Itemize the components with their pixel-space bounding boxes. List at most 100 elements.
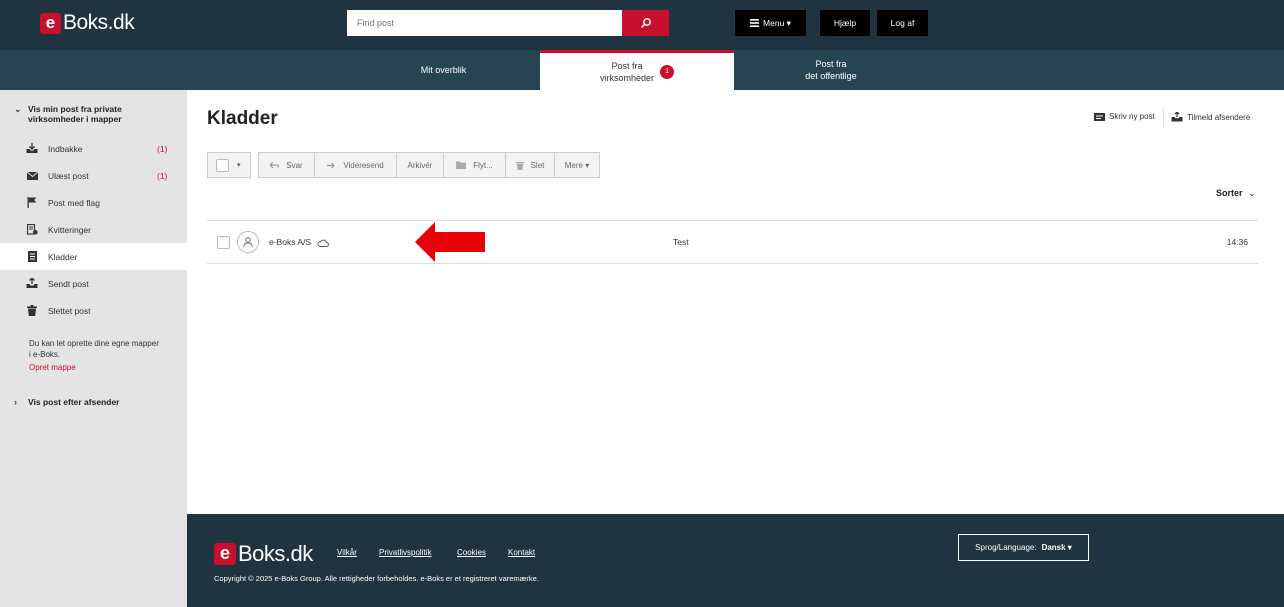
flag-icon — [26, 197, 38, 209]
message-toolbar: ▾ Svar Videresend Arkivér Flyt... Slet M… — [207, 152, 600, 178]
create-folder-link[interactable]: Opret mappe — [29, 363, 76, 372]
menu-label: Menu ▾ — [763, 17, 791, 28]
sidebar-item-post-med-flag[interactable]: Post med flag — [0, 189, 187, 216]
cloud-icon — [317, 239, 330, 247]
hamburger-icon — [750, 19, 760, 27]
move-button[interactable]: Flyt... — [444, 152, 506, 178]
sidebar-item-label: Kvitteringer — [48, 224, 91, 235]
tab-label: Post fra det offentlige — [805, 58, 856, 82]
language-selector[interactable]: Sprog/Language: Dansk ▾ — [958, 534, 1089, 561]
tab-label: Post fra virksomheder — [600, 60, 654, 84]
sort-control[interactable]: Sorter ⌄ — [1216, 188, 1256, 199]
forward-arrow-icon — [327, 162, 336, 168]
tab-label: Mit overblik — [420, 65, 467, 75]
logo-text: Boks.dk — [238, 541, 313, 566]
sender-name: e-Boks A/S — [269, 237, 312, 247]
delete-label: Slet — [530, 160, 545, 170]
action-divider — [1163, 108, 1164, 126]
red-arrow-annotation — [415, 222, 485, 262]
logo-e-mark: e — [214, 543, 236, 565]
trash-icon — [515, 161, 524, 170]
document-icon — [26, 251, 38, 263]
sidebar-item-label: Slettet post — [48, 305, 91, 316]
eboks-logo[interactable]: e Boks.dk — [40, 11, 135, 35]
message-time: 14:36 — [1226, 237, 1248, 247]
write-new-post-button[interactable]: Skriv ny post — [1094, 112, 1155, 121]
reply-icon — [270, 161, 280, 168]
chevron-down-icon: ⌄ — [1248, 188, 1256, 198]
language-label: Sprog/Language: — [975, 543, 1037, 552]
sidebar-item-label: Sendt post — [48, 278, 89, 289]
footer-link-cookies[interactable]: Cookies — [457, 548, 486, 557]
subscribe-senders-button[interactable]: Tilmeld afsendere — [1171, 112, 1250, 122]
sidebar-item-slettet-post[interactable]: Slettet post — [0, 297, 187, 324]
message-checkbox[interactable] — [217, 236, 230, 249]
unread-badge: 1 — [660, 64, 675, 79]
trash-icon — [26, 305, 38, 317]
footer-logo[interactable]: e Boks.dk — [214, 541, 313, 567]
sidebar: ⌄ Vis min post fra private virksomheder … — [0, 90, 187, 607]
more-label: Mere ▾ — [564, 160, 590, 170]
footer-link-kontakt[interactable]: Kontakt — [508, 548, 535, 557]
inbox-icon — [26, 143, 38, 155]
compose-icon — [1094, 112, 1105, 121]
sidebar-item-kvitteringer[interactable]: Kvitteringer — [0, 216, 187, 243]
reply-label: Svar — [286, 160, 303, 170]
page-title: Kladder — [207, 108, 278, 129]
sidebar-item-label: Post med flag — [48, 197, 100, 208]
receipt-icon — [26, 224, 38, 236]
more-button[interactable]: Mere ▾ — [555, 152, 600, 178]
folder-group-label: Vis min post fra private virksomheder i … — [28, 104, 122, 124]
write-new-post-label: Skriv ny post — [1109, 112, 1155, 121]
message-subject: Test — [673, 237, 689, 247]
footer-link-vilkar[interactable]: Vilkår — [337, 548, 357, 557]
message-row[interactable]: e-Boks A/S Test 14:36 — [207, 220, 1258, 264]
person-icon — [243, 237, 253, 247]
move-label: Flyt... — [473, 160, 493, 170]
search-button[interactable] — [622, 10, 669, 36]
logo-e-mark: e — [40, 12, 61, 34]
tab-label-line1: Post fra — [815, 59, 847, 69]
chevron-down-icon: ⌄ — [14, 104, 22, 114]
search-input[interactable] — [347, 10, 622, 36]
caret-down-icon[interactable]: ▾ — [237, 161, 241, 169]
footer: e Boks.dk Vilkår Privatlivspolitik Cooki… — [187, 514, 1284, 607]
archive-button[interactable]: Arkivér — [397, 152, 444, 178]
forward-label: Videresend — [343, 160, 384, 170]
select-all-control[interactable]: ▾ — [207, 152, 251, 178]
tab-label-line2: det offentlige — [805, 71, 857, 81]
sidebar-item-label: Kladder — [48, 251, 78, 262]
tab-label-line2: virksomheder — [599, 72, 655, 83]
chevron-right-icon: › — [14, 397, 17, 407]
tab-mit-overblik[interactable]: Mit overblik — [347, 50, 540, 90]
search-icon — [640, 18, 651, 29]
sender-group-label: Vis post efter afsender — [28, 397, 120, 407]
reply-button[interactable]: Svar — [258, 152, 315, 178]
folder-group-toggle[interactable]: ⌄ Vis min post fra private virksomheder … — [14, 104, 138, 124]
sidebar-item-kladder[interactable]: Kladder — [0, 243, 187, 270]
tab-label-line1: Post fra — [611, 60, 643, 71]
sidebar-item-label: Indbakke — [48, 143, 83, 154]
message-sender: e-Boks A/S — [269, 237, 330, 247]
menu-button[interactable]: Menu ▾ — [735, 10, 806, 36]
language-value: Dansk ▾ — [1041, 543, 1072, 552]
forward-button[interactable]: Videresend — [315, 152, 397, 178]
select-all-checkbox[interactable] — [216, 158, 229, 172]
delete-button[interactable]: Slet — [506, 152, 555, 178]
sidebar-item-ulaest-post[interactable]: Ulæst post (1) — [0, 162, 187, 189]
sidebar-item-sendt-post[interactable]: Sendt post — [0, 270, 187, 297]
sidebar-item-indbakke[interactable]: Indbakke (1) — [0, 135, 187, 162]
sort-label: Sorter — [1216, 188, 1243, 198]
help-button[interactable]: Hjælp — [820, 10, 870, 36]
help-label: Hjælp — [833, 18, 857, 28]
sender-avatar — [237, 231, 259, 253]
tab-post-fra-virksomheder[interactable]: Post fra virksomheder 1 — [540, 50, 734, 90]
footer-link-privatlivspolitik[interactable]: Privatlivspolitik — [379, 548, 431, 557]
logo-text: Boks.dk — [63, 11, 135, 34]
sidebar-item-label: Ulæst post — [48, 170, 89, 181]
logout-button[interactable]: Log af — [877, 10, 928, 36]
tab-post-fra-det-offentlige[interactable]: Post fra det offentlige — [734, 50, 928, 90]
sender-group-toggle[interactable]: › Vis post efter afsender — [14, 397, 120, 407]
subscribe-senders-label: Tilmeld afsendere — [1187, 112, 1251, 122]
